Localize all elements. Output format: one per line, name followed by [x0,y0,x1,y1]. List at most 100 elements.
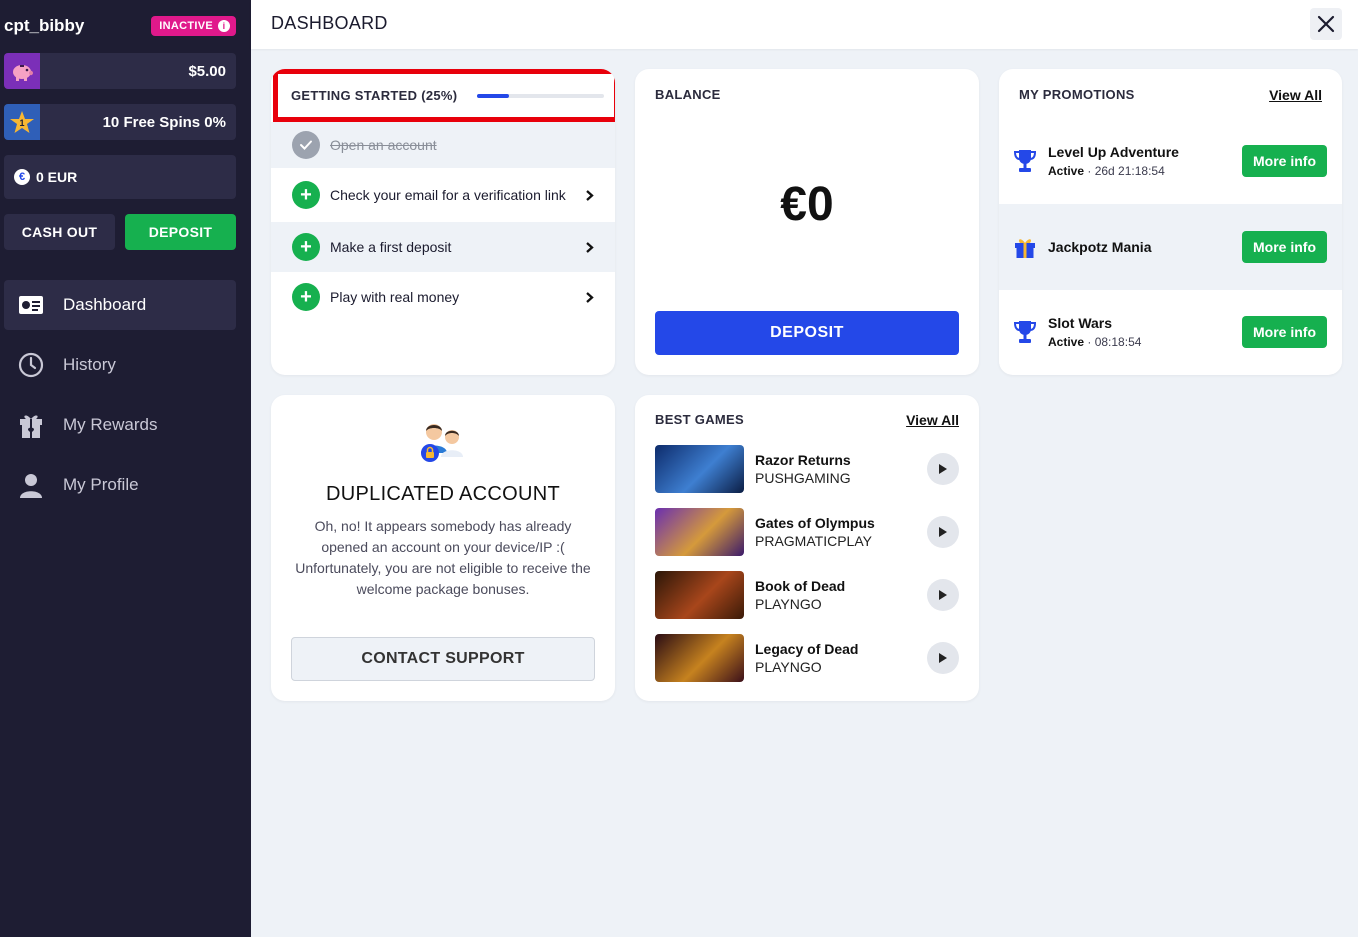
trophy-icon [1013,319,1037,345]
page-title: DASHBOARD [271,13,388,33]
game-name: Book of Dead [755,578,846,594]
wallet-balance-value: $5.00 [188,62,226,80]
status-badge[interactable]: INACTIVE i [151,16,236,36]
balance-title: BALANCE [655,87,721,102]
level-number: 1 [19,118,24,128]
play-icon [939,590,947,600]
play-icon [939,464,947,474]
promotion-item: Level Up Adventure Active · 26d 21:18:54… [999,119,1342,203]
eur-balance-row[interactable]: € 0 EUR [4,155,236,199]
getting-started-header: GETTING STARTED (25%) [273,69,615,122]
sidebar-item-my-rewards[interactable]: My Rewards [4,400,236,450]
promotion-item: Jackpotz Mania More info [999,204,1342,290]
promotion-timer: 26d 21:18:54 [1094,164,1165,178]
cash-out-button[interactable]: CASH OUT [4,214,115,250]
euro-coin-icon: € [14,169,30,185]
play-icon [939,653,947,663]
sidebar-item-label: Dashboard [63,295,147,314]
game-name: Gates of Olympus [755,515,875,531]
promotion-name: Level Up Adventure [1048,144,1179,160]
step-label: Open an account [330,137,437,153]
free-spins-value: 10 Free Spins 0% [102,113,226,131]
promotions-view-all-link[interactable]: View All [1269,87,1322,103]
step-verify-email[interactable]: + Check your email for a verification li… [271,168,615,222]
plus-icon: + [292,181,320,209]
game-item[interactable]: Book of Dead PLAYNGO [655,571,959,619]
wallet-balance-row[interactable]: $5.00 [4,53,236,89]
promotion-timer: 08:18:54 [1094,335,1142,349]
contact-support-button[interactable]: CONTACT SUPPORT [291,637,595,681]
promotions-header: MY PROMOTIONS View All [1019,87,1322,103]
top-header: DASHBOARD [251,0,1358,49]
getting-started-card: GETTING STARTED (25%) Open an account + … [271,69,615,375]
close-button[interactable] [1310,8,1342,40]
game-thumbnail[interactable] [655,634,744,682]
more-info-button[interactable]: More info [1242,316,1327,348]
promotion-item: Slot Wars Active · 08:18:54 More info [999,290,1342,374]
promotions-card: MY PROMOTIONS View All Level Up Adventur… [999,69,1342,375]
piggy-bank-icon [4,53,40,89]
more-info-button[interactable]: More info [1242,145,1327,177]
user-row: cpt_bibby INACTIVE i [4,14,236,38]
game-provider: PLAYNGO [755,596,822,612]
sidebar: cpt_bibby INACTIVE i $5.00 1 10 Free Spi… [0,0,251,937]
duplicated-account-message: Oh, no! It appears somebody has already … [295,518,591,597]
more-info-button[interactable]: More info [1242,231,1327,263]
promotion-name: Slot Wars [1048,315,1113,331]
play-button[interactable] [927,642,959,674]
game-item[interactable]: Razor Returns PUSHGAMING [655,445,959,493]
step-label: Play with real money [330,289,460,305]
gift-icon [4,411,58,439]
chevron-right-icon [583,189,595,202]
sidebar-item-label: History [63,355,116,374]
duplicated-account-title: DUPLICATED ACCOUNT [326,483,560,505]
game-item[interactable]: Legacy of Dead PLAYNGO [655,634,959,682]
game-name: Legacy of Dead [755,641,859,657]
sidebar-deposit-button[interactable]: DEPOSIT [125,214,236,250]
progress-bar [477,93,605,98]
game-provider: PUSHGAMING [755,470,851,486]
eur-balance-value: 0 EUR [36,169,78,185]
balance-card: BALANCE €0 DEPOSIT [635,69,979,375]
best-games-header: BEST GAMES View All [655,412,959,428]
history-icon [4,352,58,378]
getting-started-title: GETTING STARTED (25%) [291,88,458,103]
sidebar-item-dashboard[interactable]: Dashboard [4,280,236,330]
balance-amount: €0 [780,178,834,231]
promotion-status: Active · 08:18:54 [1048,335,1142,349]
game-item[interactable]: Gates of Olympus PRAGMATICPLAY [655,508,959,556]
close-icon [1317,15,1335,33]
game-provider: PLAYNGO [755,659,822,675]
game-thumbnail[interactable] [655,571,744,619]
game-thumbnail[interactable] [655,445,744,493]
game-thumbnail[interactable] [655,508,744,556]
check-icon [292,131,320,159]
username: cpt_bibby [4,16,85,35]
level-star-icon: 1 [4,104,40,140]
play-button[interactable] [927,516,959,548]
profile-icon [4,472,58,498]
free-spins-row[interactable]: 1 10 Free Spins 0% [4,104,236,140]
status-badge-label: INACTIVE [159,20,213,32]
plus-icon: + [292,233,320,261]
gift-box-icon [1013,234,1037,260]
step-first-deposit[interactable]: + Make a first deposit [271,222,615,272]
best-games-card: BEST GAMES View All Razor Returns PUSHGA… [635,395,979,701]
sidebar-item-label: My Profile [63,475,139,494]
promotion-name: Jackpotz Mania [1048,239,1152,255]
step-play-real-money[interactable]: + Play with real money [271,272,615,322]
deposit-button[interactable]: DEPOSIT [655,311,959,355]
sidebar-item-my-profile[interactable]: My Profile [4,460,236,510]
best-games-title: BEST GAMES [655,412,744,427]
plus-icon: + [292,283,320,311]
step-open-account: Open an account [271,122,615,168]
duplicate-users-icon [417,419,467,463]
best-games-view-all-link[interactable]: View All [906,412,959,428]
promotion-status: Active · 26d 21:18:54 [1048,164,1165,178]
play-button[interactable] [927,453,959,485]
play-button[interactable] [927,579,959,611]
step-label: Make a first deposit [330,239,452,255]
game-provider: PRAGMATICPLAY [755,533,872,549]
sidebar-item-history[interactable]: History [4,340,236,390]
duplicated-account-card: DUPLICATED ACCOUNT Oh, no! It appears so… [271,395,615,701]
